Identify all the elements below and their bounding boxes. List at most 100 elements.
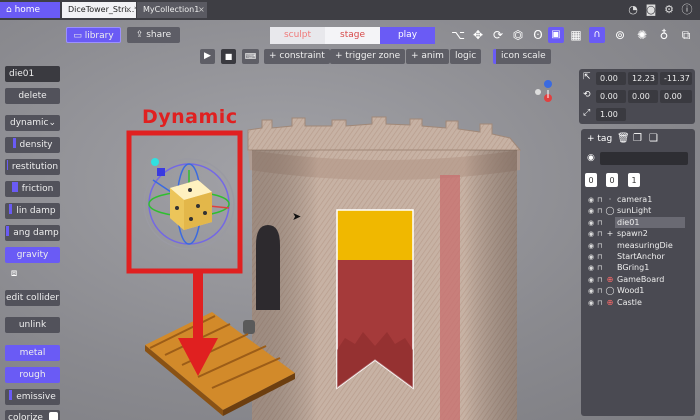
- eye-icon[interactable]: ◉: [588, 252, 597, 263]
- tag-slot-1[interactable]: 0: [585, 173, 597, 187]
- lock-icon[interactable]: ⊓: [597, 229, 605, 240]
- eye-icon[interactable]: ◉: [588, 206, 597, 217]
- copy-icon[interactable]: ❐: [633, 133, 642, 144]
- rotation-x-field[interactable]: 0.00: [596, 90, 626, 103]
- outliner-item-camera1[interactable]: ◉ ⊓ · camera1: [588, 194, 690, 205]
- metal-slider[interactable]: metal: [5, 345, 60, 361]
- eye-icon[interactable]: ◉: [588, 195, 597, 206]
- object-name-field[interactable]: die01: [5, 66, 60, 82]
- icon-scale-button[interactable]: icon scale: [493, 49, 551, 64]
- outliner-item-wood1[interactable]: ◉ ⊓ ◯ Wood1: [588, 285, 690, 296]
- lock-icon[interactable]: ⊓: [597, 298, 605, 309]
- gear-icon[interactable]: ⚙: [662, 3, 676, 17]
- position-x-field[interactable]: 0.00: [596, 72, 626, 85]
- outliner-item-startanchor[interactable]: ◉ ⊓ StartAnchor: [588, 251, 690, 262]
- colorize-toggle[interactable]: colorize: [5, 410, 60, 420]
- keyboard-icon[interactable]: ⌨: [242, 49, 259, 64]
- rotation-z-field[interactable]: 0.00: [660, 90, 692, 103]
- info-icon[interactable]: ⓘ: [680, 3, 694, 17]
- mode-stage[interactable]: stage: [325, 27, 380, 44]
- grid-icon[interactable]: ▦: [568, 27, 584, 43]
- lock-icon[interactable]: ⊓: [597, 241, 605, 252]
- outliner-item-bgring1[interactable]: ◉ ⊓ BGring1: [588, 262, 690, 273]
- restitution-slider[interactable]: restitution: [5, 159, 60, 175]
- lin-damp-slider[interactable]: lin damp: [5, 203, 60, 219]
- outliner-item-castle[interactable]: ◉ ⊓ ⊕ Castle: [588, 297, 690, 308]
- mode-play[interactable]: play: [380, 27, 435, 44]
- close-icon[interactable]: ×: [125, 5, 132, 14]
- gauge-icon[interactable]: ◔: [626, 3, 640, 17]
- outliner-item-die01[interactable]: ◉ ⊓ die01: [588, 216, 690, 229]
- gravity-slider[interactable]: gravity: [5, 247, 60, 263]
- tag-slot-3[interactable]: 1: [628, 173, 640, 187]
- pin-icon[interactable]: ⊚: [612, 27, 628, 43]
- axis-widget[interactable]: [535, 80, 552, 102]
- delete-button[interactable]: delete: [5, 88, 60, 104]
- outliner-item-spawn2[interactable]: ◉ ⊓ + spawn2: [588, 228, 690, 239]
- color-swatch[interactable]: [48, 412, 58, 420]
- add-trigger-zone-button[interactable]: + trigger zone: [330, 49, 406, 64]
- bulb-icon[interactable]: ♁: [656, 27, 672, 43]
- trash-icon[interactable]: 🗑: [617, 133, 630, 144]
- collider-icon[interactable]: ⧈: [7, 268, 21, 282]
- eye-icon[interactable]: ◉: [588, 229, 597, 240]
- add-tag-button[interactable]: + tag: [587, 134, 612, 144]
- eye-icon[interactable]: ◉: [588, 298, 597, 309]
- outliner-item-sunlight[interactable]: ◉ ⊓ ◯ sunLight: [588, 205, 690, 216]
- lock-icon[interactable]: ⊓: [597, 263, 605, 274]
- eye-icon[interactable]: ◉: [588, 286, 597, 297]
- node-icon[interactable]: ⌥: [449, 28, 467, 44]
- magnet-icon[interactable]: ⏣: [509, 28, 527, 44]
- tab-label: MyCollection1: [143, 5, 200, 14]
- position-y-field[interactable]: 12.23: [628, 72, 658, 85]
- friction-slider[interactable]: friction: [5, 181, 60, 197]
- outliner-item-measuringdie[interactable]: ◉ ⊓ measuringDie: [588, 240, 690, 251]
- position-z-field[interactable]: -11.37: [660, 72, 692, 85]
- refresh-icon[interactable]: ⟳: [489, 28, 507, 44]
- density-slider[interactable]: density: [5, 137, 60, 153]
- eye-icon[interactable]: ◉: [588, 275, 597, 286]
- eye-icon[interactable]: ◉: [588, 263, 597, 274]
- mode-sculpt[interactable]: sculpt: [270, 27, 325, 44]
- eye-icon[interactable]: ◉: [588, 241, 597, 252]
- arch-icon[interactable]: ∩: [589, 27, 605, 43]
- body-type-dropdown[interactable]: dynamic ⌄: [5, 115, 60, 131]
- emissive-slider[interactable]: emissive: [5, 389, 60, 405]
- lock-icon[interactable]: ⊓: [597, 195, 605, 206]
- eye-icon[interactable]: ◉: [587, 153, 595, 163]
- spiral-icon[interactable]: ʘ: [529, 28, 547, 44]
- rough-slider[interactable]: rough: [5, 367, 60, 383]
- discord-icon[interactable]: ◙: [644, 3, 658, 17]
- ang-damp-slider[interactable]: ang damp: [5, 225, 60, 241]
- add-anim-button[interactable]: + anim: [406, 49, 449, 64]
- lock-icon[interactable]: ⊓: [597, 252, 605, 263]
- window-icon[interactable]: ▣: [548, 27, 564, 43]
- outliner-item-gameboard[interactable]: ◉ ⊓ ⊕ GameBoard: [588, 274, 690, 285]
- move-icon[interactable]: ✥: [469, 28, 487, 44]
- edit-collider-button[interactable]: edit collider: [5, 290, 60, 306]
- sun-icon[interactable]: ✺: [634, 27, 650, 43]
- share-button[interactable]: ⇪ share: [127, 27, 180, 43]
- lin-damp-label: lin damp: [16, 206, 56, 216]
- stop-icon[interactable]: ■: [221, 49, 236, 64]
- lock-icon[interactable]: ⊓: [597, 206, 605, 217]
- tab-mycollection[interactable]: MyCollection1: [137, 2, 207, 18]
- play-icon[interactable]: ▶: [200, 49, 215, 64]
- transform-gizmo[interactable]: [143, 158, 235, 250]
- tag-filter-input[interactable]: [600, 152, 688, 165]
- eye-icon[interactable]: ◉: [588, 218, 597, 229]
- logic-button[interactable]: logic: [450, 49, 482, 64]
- rotation-y-field[interactable]: 0.00: [628, 90, 658, 103]
- lock-icon[interactable]: ⊓: [597, 218, 605, 229]
- library-button[interactable]: ▭ library: [66, 27, 121, 43]
- unlink-button[interactable]: unlink: [5, 317, 60, 333]
- tag-slot-2[interactable]: 0: [606, 173, 618, 187]
- lock-icon[interactable]: ⊓: [597, 286, 605, 297]
- stack-icon[interactable]: ⧉: [678, 27, 694, 43]
- lock-icon[interactable]: ⊓: [597, 275, 605, 286]
- paste-icon[interactable]: ❑: [649, 133, 658, 144]
- home-tab[interactable]: ⌂ home: [0, 2, 60, 18]
- add-constraint-button[interactable]: + constraint: [264, 49, 330, 64]
- close-icon[interactable]: ×: [198, 5, 205, 14]
- scale-field[interactable]: 1.00: [596, 108, 626, 121]
